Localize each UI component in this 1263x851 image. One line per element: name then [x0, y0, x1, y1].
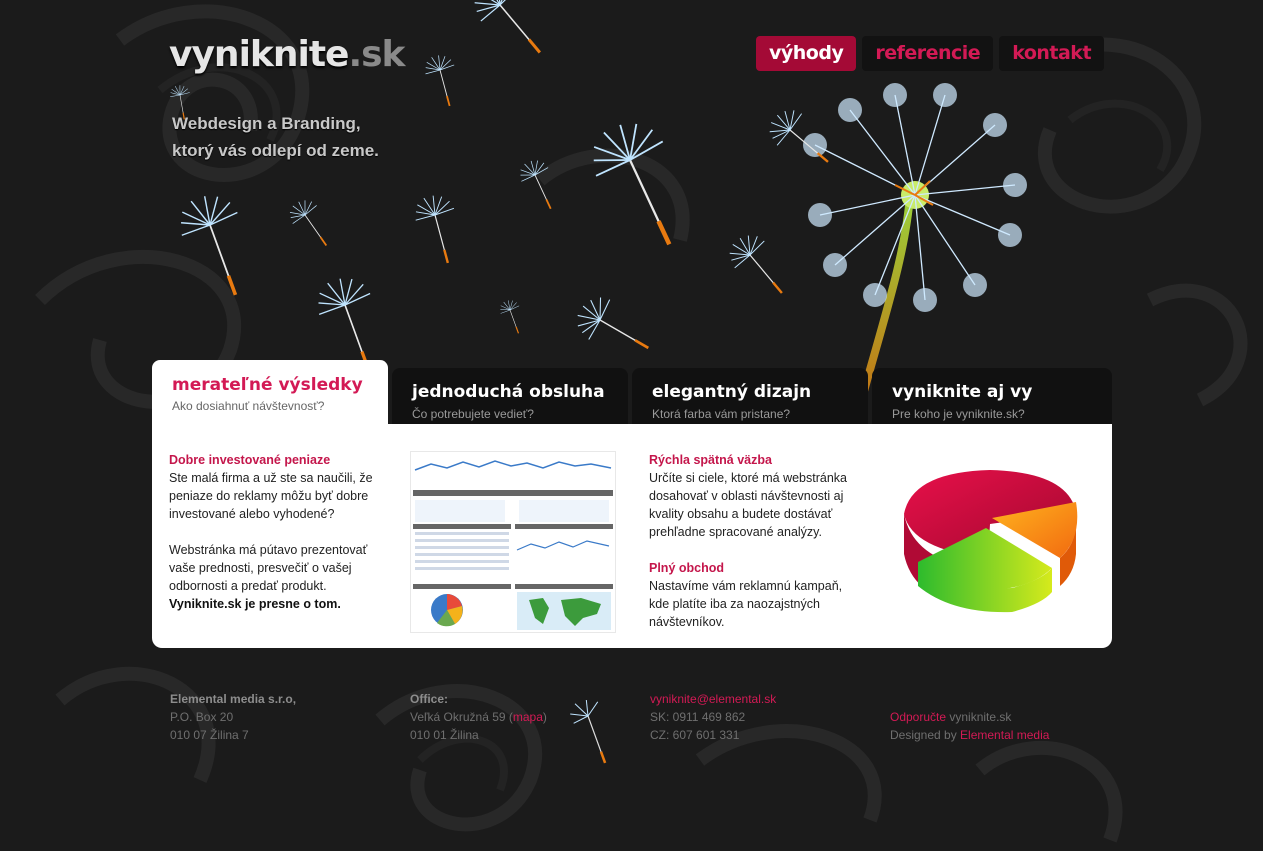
investment-paragraph-1: Ste malá firma a už ste sa naučili, že p…	[169, 471, 373, 521]
tab-title: elegantný dizajn	[652, 382, 812, 402]
footer-contact: vyniknite@elemental.sk SK: 0911 469 862 …	[650, 690, 776, 744]
tab-title: jednoduchá obsluha	[412, 382, 605, 402]
investment-heading: Dobre investované peniaze	[169, 453, 331, 467]
tab-subtitle: Ako dosiahnuť návštevnosť?	[172, 399, 325, 413]
nav-referencie[interactable]: referencie	[862, 36, 994, 71]
tab-subtitle: Pre koho je vyniknite.sk?	[892, 407, 1025, 421]
phone-sk: SK: 0911 469 862	[650, 710, 746, 724]
investment-paragraph-2: Webstránka má pútavo prezentovať vaše pr…	[169, 543, 368, 593]
tab-vyniknite-aj-vy[interactable]: vyniknite aj vy Pre koho je vyniknite.sk…	[872, 368, 1112, 424]
site-logo[interactable]: vyniknite.sk	[169, 34, 405, 75]
office-city: 010 01 Žilina	[410, 728, 479, 742]
designer-link[interactable]: Elemental media	[960, 728, 1049, 742]
feature-tabs: merateľné výsledky Ako dosiahnuť návštev…	[152, 360, 1112, 424]
nav-vyhody[interactable]: výhody	[756, 36, 857, 71]
footer-company: Elemental media s.r.o, P.O. Box 20 010 0…	[170, 690, 296, 744]
office-label: Office:	[410, 692, 449, 706]
column-investment: Dobre investované peniaze Ste malá firma…	[169, 451, 379, 613]
footer-credits: Odporučte vyniknite.sk Designed by Eleme…	[890, 708, 1049, 744]
map-link[interactable]: mapa	[513, 710, 543, 724]
tab-elegantny-dizajn[interactable]: elegantný dizajn Ktorá farba vám pristan…	[632, 368, 868, 424]
full-business-paragraph: Nastavíme vám reklamnú kampaň, kde platí…	[649, 579, 843, 629]
feedback-heading: Rýchla spätná väzba	[649, 453, 772, 467]
recommend-text: vyniknite.sk	[946, 710, 1012, 724]
company-name: Elemental media s.r.o,	[170, 692, 297, 706]
office-street-suffix: )	[542, 710, 547, 724]
full-business-heading: Plný obchod	[649, 561, 724, 575]
column-feedback: Rýchla spätná väzba Určíte si ciele, kto…	[649, 451, 859, 631]
investment-paragraph-3: Vyniknite.sk je presne o tom.	[169, 597, 341, 611]
pie-chart-illustration	[904, 470, 1078, 613]
company-city: 010 07 Žilina 7	[170, 728, 249, 742]
tagline-line-1: Webdesign a Branding,	[172, 114, 361, 133]
tab-title: vyniknite aj vy	[892, 382, 1033, 402]
footer-seed-icon	[570, 700, 607, 764]
tab-subtitle: Ktorá farba vám pristane?	[652, 407, 791, 421]
company-box: P.O. Box 20	[170, 710, 234, 724]
nav-kontakt[interactable]: kontakt	[999, 36, 1105, 71]
office-street: Veľká Okružná 59 (	[410, 710, 513, 724]
analytics-screenshot	[410, 451, 616, 633]
feedback-paragraph: Určíte si ciele, ktoré má webstránka dos…	[649, 471, 847, 539]
email-link[interactable]: vyniknite@elemental.sk	[650, 690, 776, 708]
logo-tld-text: .sk	[348, 34, 405, 75]
phone-cz: CZ: 607 601 331	[650, 728, 740, 742]
tab-meratelne-vysledky[interactable]: merateľné výsledky Ako dosiahnuť návštev…	[152, 360, 388, 424]
content-panel: Dobre investované peniaze Ste malá firma…	[152, 424, 1112, 648]
designed-by-text: Designed by	[890, 728, 961, 742]
logo-main-text: vyniknite	[169, 34, 349, 75]
tagline: Webdesign a Branding, ktorý vás odlepí o…	[172, 110, 379, 164]
tab-title: merateľné výsledky	[172, 375, 363, 395]
tagline-line-2: ktorý vás odlepí od zeme.	[172, 141, 379, 160]
tab-subtitle: Čo potrebujete vedieť?	[412, 407, 534, 421]
top-navigation: výhody referencie kontakt	[756, 36, 1105, 71]
tab-jednoducha-obsluha[interactable]: jednoduchá obsluha Čo potrebujete vedieť…	[392, 368, 628, 424]
recommend-link[interactable]: Odporučte	[890, 710, 946, 724]
footer-office: Office: Veľká Okružná 59 (mapa) 010 01 Ž…	[410, 690, 547, 744]
